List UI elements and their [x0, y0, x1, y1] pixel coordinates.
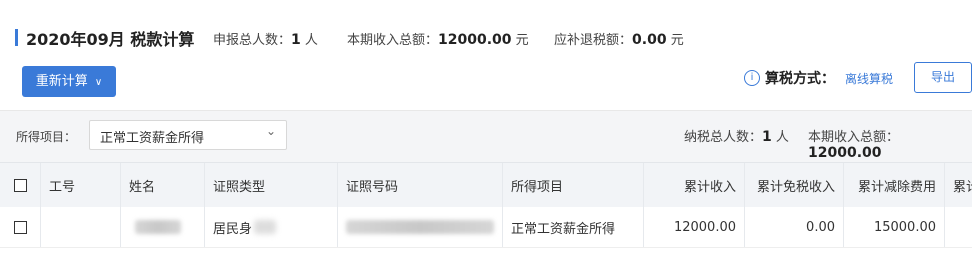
cumulative-more-cell — [944, 207, 972, 247]
calc-method-value[interactable]: 离线算税 — [845, 70, 893, 87]
column-header-id-type[interactable]: 证照类型 — [204, 163, 337, 207]
calc-method-label: 算税方式： — [765, 71, 835, 87]
income-item-filter-label: 所得项目： — [16, 130, 77, 144]
name-cell — [120, 207, 204, 247]
column-header-employee-id[interactable]: 工号 — [40, 163, 120, 207]
tax-due-stat: 应补退税额：0.00 元 — [554, 29, 684, 48]
declared-count-label: 申报总人数： — [213, 33, 292, 48]
tax-due-value: 0.00 — [632, 32, 667, 48]
recalculate-button[interactable]: 重新计算 ∨ — [22, 66, 116, 97]
income-item-select[interactable]: 正常工资薪金所得 ⌄ — [89, 120, 287, 150]
id-number-cell — [337, 207, 502, 247]
income-item-cell: 正常工资薪金所得 — [502, 207, 643, 247]
column-header-cumulative-deduction[interactable]: 累计减除费用 — [843, 163, 944, 207]
income-total-value: 12000.00 — [438, 32, 512, 48]
taxpayer-count-unit: 人 — [775, 130, 789, 145]
export-button[interactable]: 导出 — [914, 62, 972, 93]
redacted-id-number — [346, 220, 494, 234]
table-header-row: 工号 姓名 证照类型 证照号码 所得项目 累计收入 累计免税收入 累计减除费用 … — [0, 162, 972, 208]
info-icon[interactable]: i — [744, 70, 760, 86]
column-header-cumulative-tax-free[interactable]: 累计免税收入 — [744, 163, 843, 207]
id-type-value: 居民身 — [213, 221, 253, 237]
period-income-label: 本期收入总额： — [808, 130, 900, 145]
column-header-id-number[interactable]: 证照号码 — [337, 163, 502, 207]
tax-due-unit: 元 — [670, 33, 684, 48]
declared-count-value: 1 — [291, 32, 301, 48]
id-type-cell: 居民身 — [204, 207, 337, 247]
employee-id-cell — [40, 207, 120, 247]
income-total-stat: 本期收入总额：12000.00 元 — [347, 29, 529, 48]
page-title: 2020年09月 税款计算 — [26, 30, 195, 49]
tax-calculation-table: 工号 姓名 证照类型 证照号码 所得项目 累计收入 累计免税收入 累计减除费用 … — [0, 162, 972, 268]
taxpayer-count-value: 1 — [762, 129, 772, 145]
declared-count-stat: 申报总人数：1 人 — [213, 29, 318, 48]
row-checkbox[interactable] — [13, 220, 27, 234]
column-header-income-item[interactable]: 所得项目 — [502, 163, 643, 207]
column-header-name[interactable]: 姓名 — [120, 163, 204, 207]
redacted-id-type-tail — [254, 220, 277, 234]
taxpayer-count-label: 纳税总人数： — [684, 130, 763, 145]
income-total-label: 本期收入总额： — [347, 33, 439, 48]
chevron-down-icon: ∨ — [94, 77, 103, 88]
redacted-name — [135, 220, 181, 234]
cumulative-income-cell: 12000.00 — [643, 207, 744, 247]
column-header-cumulative-more[interactable]: 累计 — [944, 163, 972, 207]
title-accent-bar — [15, 29, 18, 46]
declared-count-unit: 人 — [304, 33, 318, 48]
column-header-cumulative-income[interactable]: 累计收入 — [643, 163, 744, 207]
period-income-summary: 本期收入总额：12000.00 — [808, 126, 972, 161]
cumulative-deduction-cell: 15000.00 — [843, 207, 944, 247]
taxpayer-count-summary: 纳税总人数：1 人 — [684, 126, 789, 145]
recalculate-label: 重新计算 — [35, 74, 88, 89]
period-income-value: 12000.00 — [808, 145, 882, 161]
select-all-checkbox[interactable] — [13, 178, 27, 192]
table-row[interactable]: 居民身 正常工资薪金所得 12000.00 0.00 15000.00 — [0, 207, 972, 248]
cumulative-tax-free-cell: 0.00 — [744, 207, 843, 247]
chevron-down-icon: ⌄ — [265, 124, 276, 138]
income-total-unit: 元 — [515, 33, 529, 48]
income-item-selected: 正常工资薪金所得 — [100, 131, 205, 146]
row-select-cell — [0, 207, 40, 247]
header-panel: 2020年09月 税款计算 申报总人数：1 人 本期收入总额：12000.00 … — [0, 0, 972, 111]
tax-due-label: 应补退税额： — [554, 33, 633, 48]
select-all-cell — [0, 163, 40, 207]
